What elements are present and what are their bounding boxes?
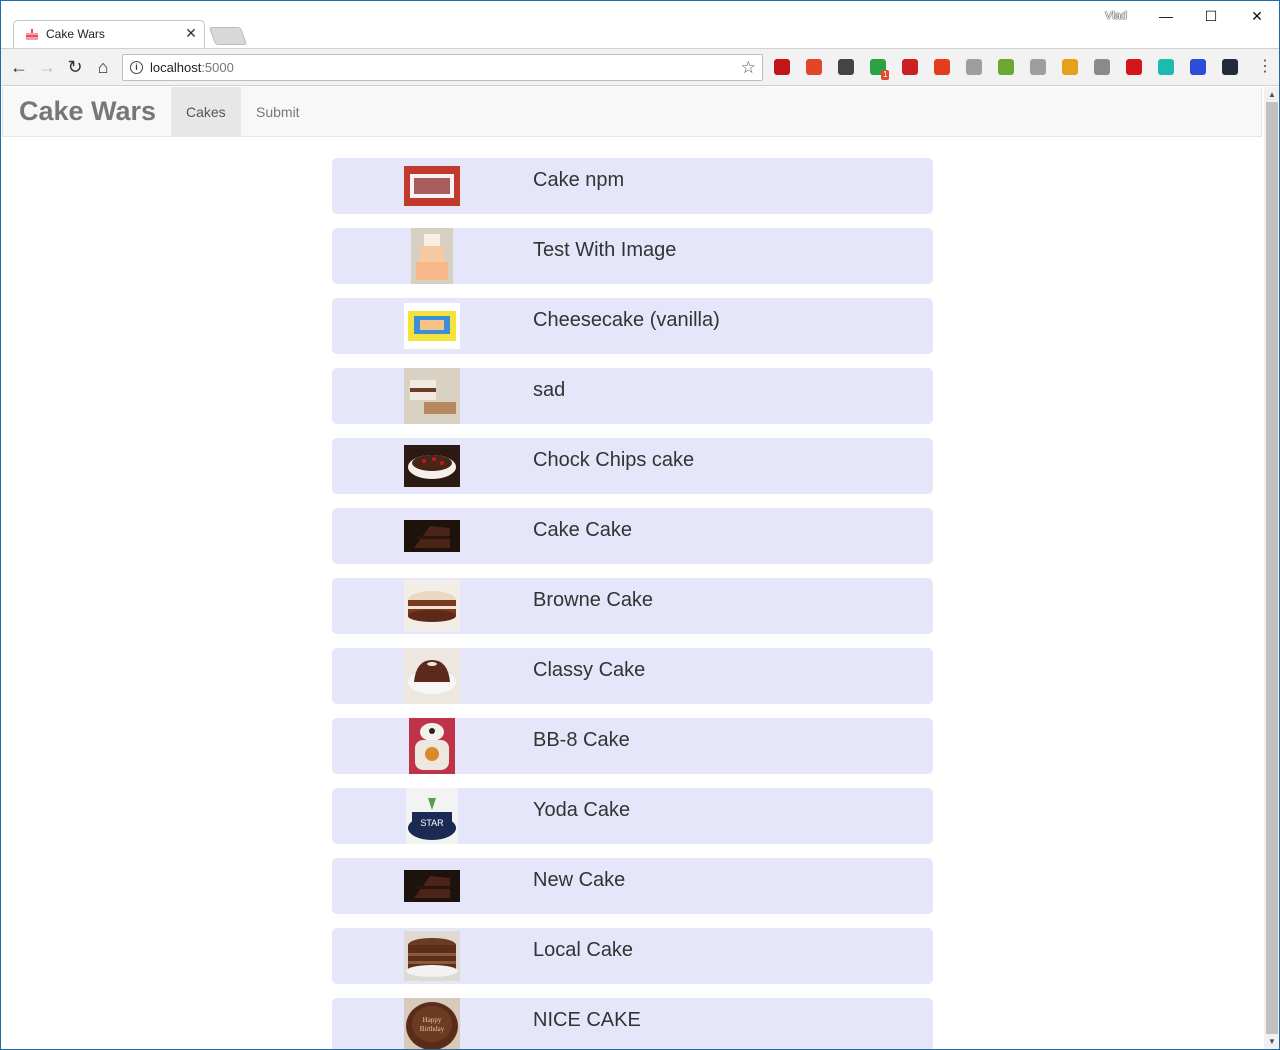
cake-thumbnail — [404, 858, 460, 914]
cake-list-item[interactable]: Cake Cake — [332, 508, 933, 564]
svg-text:Happy: Happy — [423, 1016, 442, 1024]
cake-thumbnail — [404, 648, 460, 704]
cake-thumbnail — [404, 368, 460, 424]
extension-icon[interactable] — [966, 59, 982, 75]
profile-name[interactable]: Vlad — [1105, 10, 1127, 22]
page-viewport: Cake Wars Cakes Submit Cake npm Test With… — [2, 87, 1264, 1049]
tab-title: Cake Wars — [46, 27, 105, 41]
cake-name: Test With Image — [533, 239, 677, 261]
cake-thumbnail — [404, 928, 460, 984]
cake-list-item[interactable]: Happy Birthday NICE CAKE — [332, 998, 933, 1049]
cake-list-item[interactable]: Browne Cake — [332, 578, 933, 634]
extension-icon[interactable] — [934, 59, 950, 75]
nav-link-cakes[interactable]: Cakes — [171, 87, 241, 137]
extension-icon[interactable] — [1126, 59, 1142, 75]
title-bar: Cake Wars ✕ Vlad — ☐ ✕ — [1, 1, 1279, 49]
cake-list-item[interactable]: New Cake — [332, 858, 933, 914]
extension-icon[interactable] — [806, 59, 822, 75]
forward-icon[interactable]: → — [37, 57, 57, 77]
cake-list-item[interactable]: Cheesecake (vanilla) — [332, 298, 933, 354]
new-tab-button[interactable] — [208, 27, 248, 45]
cake-thumbnail — [404, 158, 460, 214]
cake-thumbnail — [404, 718, 460, 774]
scrollbar-thumb[interactable] — [1266, 102, 1278, 1034]
svg-text:Birthday: Birthday — [420, 1025, 445, 1033]
cake-name: Browne Cake — [533, 589, 654, 611]
cake-name: Yoda Cake — [533, 799, 631, 821]
brand-logo[interactable]: Cake Wars — [19, 96, 156, 127]
cake-thumbnail — [404, 438, 460, 494]
extension-icon[interactable] — [1158, 59, 1174, 75]
cake-name: Classy Cake — [533, 659, 646, 681]
cake-list-item[interactable]: Local Cake — [332, 928, 933, 984]
cake-name: sad — [533, 379, 566, 401]
cake-name: BB-8 Cake — [533, 729, 630, 751]
maximize-icon[interactable]: ☐ — [1196, 5, 1226, 27]
extension-icon[interactable] — [998, 59, 1014, 75]
cake-list-item[interactable]: Test With Image — [332, 228, 933, 284]
cake-thumbnail: STAR — [404, 788, 460, 844]
info-icon[interactable]: i — [130, 61, 143, 74]
bookmark-star-icon[interactable]: ☆ — [741, 58, 756, 78]
cake-name: Cake Cake — [533, 519, 632, 541]
pocket-icon[interactable] — [838, 59, 854, 75]
url-text: localhost:5000 — [150, 60, 234, 75]
close-window-icon[interactable]: ✕ — [1242, 5, 1272, 27]
cake-list-item[interactable]: BB-8 Cake — [332, 718, 933, 774]
menu-icon[interactable]: ⋮ — [1257, 57, 1273, 77]
site-navbar: Cake Wars Cakes Submit — [2, 87, 1262, 137]
scroll-up-icon[interactable]: ▲ — [1268, 90, 1276, 99]
cake-name: NICE CAKE — [533, 1009, 641, 1031]
browser-toolbar: ← → ↻ ⌂ i localhost:5000 ☆ 1 ⋮ — [1, 48, 1279, 86]
cake-thumbnail — [404, 298, 460, 354]
cake-thumbnail — [404, 578, 460, 634]
cake-thumbnail — [404, 508, 460, 564]
scroll-down-icon[interactable]: ▼ — [1268, 1037, 1276, 1046]
extension-icon[interactable] — [1030, 59, 1046, 75]
cake-thumbnail: Happy Birthday — [404, 998, 460, 1049]
cake-list-item[interactable]: STAR Yoda Cake — [332, 788, 933, 844]
cake-name: Cake npm — [533, 169, 625, 191]
cake-list-item[interactable]: Chock Chips cake — [332, 438, 933, 494]
back-icon[interactable]: ← — [9, 57, 29, 77]
reload-icon[interactable]: ↻ — [65, 57, 85, 77]
react-devtools-icon[interactable] — [1222, 59, 1238, 75]
home-icon[interactable]: ⌂ — [93, 57, 113, 77]
vertical-scrollbar[interactable]: ▲ ▼ — [1264, 87, 1279, 1049]
extension-badge: 1 — [881, 70, 890, 80]
browser-window: Cake Wars ✕ Vlad — ☐ ✕ ← → ↻ ⌂ i localho… — [0, 0, 1280, 1050]
camera-icon[interactable] — [1094, 59, 1110, 75]
minimize-icon[interactable]: — — [1151, 5, 1181, 27]
adblock-plus-icon[interactable] — [774, 59, 790, 75]
lastpass-icon[interactable] — [902, 59, 918, 75]
cake-name: Cheesecake (vanilla) — [533, 309, 720, 331]
cake-list-item[interactable]: sad — [332, 368, 933, 424]
browser-tab[interactable] — [13, 20, 205, 49]
svg-text:STAR: STAR — [420, 818, 444, 828]
tab-close-icon[interactable]: ✕ — [185, 25, 197, 41]
cake-list: Cake npm Test With Image Cheesecake (vanil… — [332, 158, 933, 1049]
cake-list-item[interactable]: Classy Cake — [332, 648, 933, 704]
cake-name: Local Cake — [533, 939, 634, 961]
extension-icon[interactable] — [1062, 59, 1078, 75]
extension-icon[interactable] — [1190, 59, 1206, 75]
address-bar[interactable]: i localhost:5000 ☆ — [122, 54, 763, 81]
nav-link-submit[interactable]: Submit — [241, 87, 315, 137]
cake-list-item[interactable]: Cake npm — [332, 158, 933, 214]
cake-thumbnail — [404, 228, 460, 284]
cake-name: Chock Chips cake — [533, 449, 695, 471]
cake-favicon-icon — [26, 29, 38, 40]
cake-name: New Cake — [533, 869, 626, 891]
